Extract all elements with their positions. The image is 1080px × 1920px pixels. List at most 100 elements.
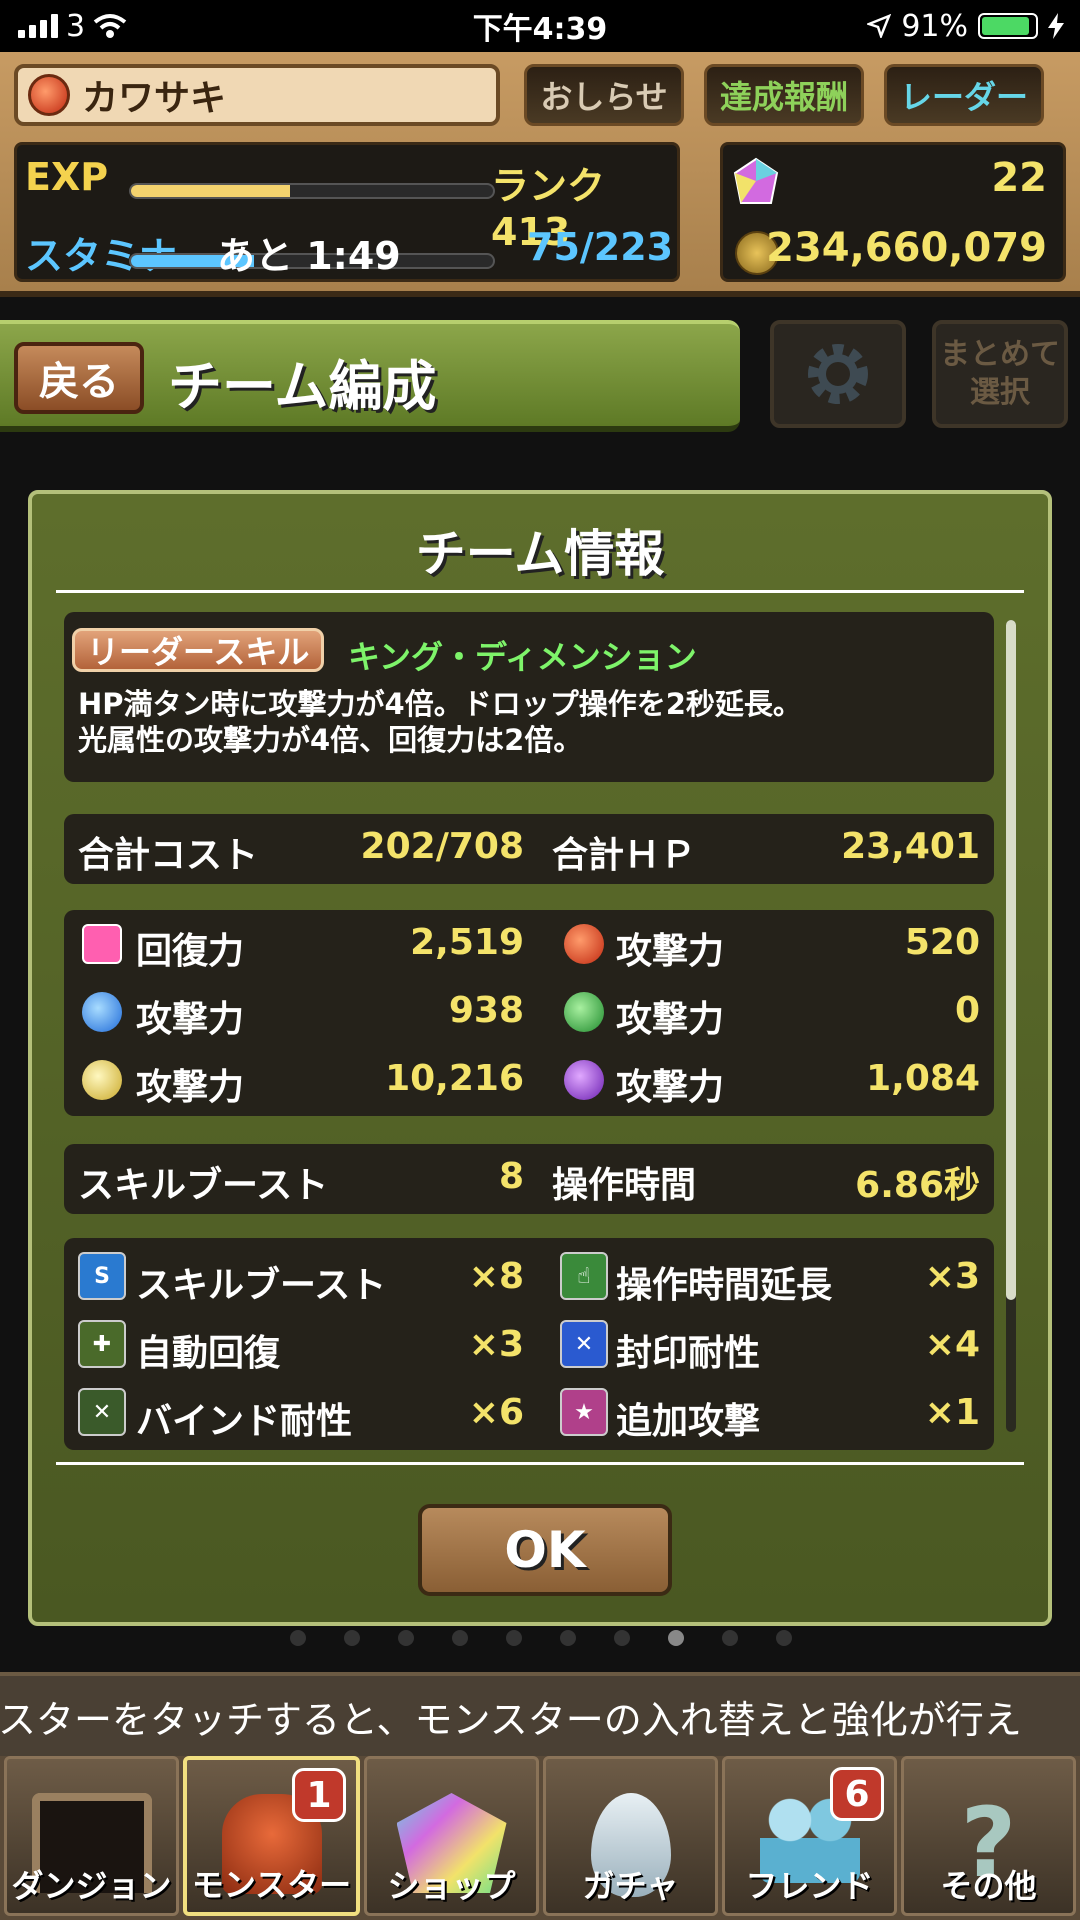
divider — [56, 590, 1024, 593]
total-hp-value: 23,401 — [841, 826, 980, 867]
leader-skill-desc-line: 光属性の攻撃力が4倍、回復力は2倍。 — [78, 723, 583, 757]
dark-orb-icon — [564, 1060, 604, 1100]
magic-stone-icon — [733, 157, 779, 204]
rewards-button[interactable]: 達成報酬 — [704, 64, 864, 126]
awakening-label: スキルブースト — [136, 1265, 387, 1306]
tab-label: フレンド — [745, 1867, 874, 1905]
stat-label: 回復力 — [136, 931, 245, 972]
move-time-label: 操作時間 — [552, 1165, 697, 1206]
awakening-label: バインド耐性 — [136, 1401, 353, 1442]
totals-panel: 合計コスト 202/708 合計ＨＰ 23,401 — [64, 814, 994, 884]
exp-label: EXP — [25, 155, 109, 199]
player-name-box[interactable]: カワサキ — [14, 64, 500, 126]
news-button[interactable]: おしらせ — [524, 64, 684, 126]
exp-bar — [129, 183, 495, 199]
stat-label: 攻撃力 — [616, 931, 725, 972]
leader-skill-desc-line: HP満タン時に攻撃力が4倍。ドロップ操作を2秒延長。 — [78, 687, 802, 721]
stat-value: 10,216 — [385, 1058, 524, 1099]
player-header: カワサキ おしらせ 達成報酬 レーダー EXP ランク 413 スタミナ あと … — [0, 52, 1080, 297]
page-dot[interactable] — [776, 1630, 792, 1646]
total-cost-label: 合計コスト — [78, 835, 259, 876]
tab-gacha[interactable]: ガチャ — [543, 1756, 718, 1916]
currency-box: 22 234,660,079 — [720, 142, 1066, 282]
page-title: チーム編成 — [168, 355, 437, 418]
awakenings-panel: S スキルブースト ×8 ☝ 操作時間延長 ×3 ✚ 自動回復 ×3 ✕ 封印耐… — [64, 1238, 994, 1450]
stat-value: 0 — [954, 990, 980, 1031]
extra-attack-icon: ★ — [560, 1388, 608, 1436]
tab-label: ダンジョン — [11, 1867, 172, 1905]
heart-icon — [82, 924, 122, 964]
status-right: 91% — [867, 9, 1064, 44]
battery-percent: 91% — [901, 8, 968, 44]
tab-monster[interactable]: 1 モンスター — [183, 1756, 360, 1916]
back-button[interactable]: 戻る — [14, 342, 144, 414]
notification-badge: 6 — [830, 1767, 884, 1821]
location-icon — [867, 14, 892, 38]
battery-icon — [978, 13, 1038, 39]
tab-label: その他 — [940, 1867, 1037, 1905]
stamina-timer: あと 1:49 — [217, 234, 401, 278]
page-dot[interactable] — [452, 1630, 468, 1646]
divider — [56, 1462, 1024, 1465]
ticker-text: スターをタッチすると、モンスターの入れ替えと強化が行え — [0, 1697, 1022, 1742]
total-cost-value: 202/708 — [360, 826, 524, 867]
tab-label: ショップ — [387, 1867, 516, 1905]
page-dot[interactable] — [290, 1630, 306, 1646]
skill-boost-panel: スキルブースト 8 操作時間 6.86秒 — [64, 1144, 994, 1214]
stat-label: 攻撃力 — [616, 999, 725, 1040]
leader-skill-panel: リーダースキル キング・ディメンション HP満タン時に攻撃力が4倍。ドロップ操作… — [64, 612, 994, 782]
leader-skill-name: キング・ディメンション — [348, 638, 697, 676]
dialog-scrollbar[interactable] — [1006, 620, 1016, 1432]
bulk-select-button[interactable]: まとめて 選択 — [932, 320, 1068, 428]
bind-resist-icon: ✕ — [78, 1388, 126, 1436]
tab-friend[interactable]: 6 フレンド — [722, 1756, 897, 1916]
leader-skill-tag: リーダースキル — [72, 628, 325, 672]
stat-label: 攻撃力 — [616, 1067, 725, 1108]
gear-icon — [808, 344, 868, 404]
seal-resist-icon: ✕ — [560, 1320, 608, 1368]
dialog-title: チーム情報 — [415, 525, 665, 583]
exp-stamina-box: EXP ランク 413 スタミナ あと 1:49 75/223 — [14, 142, 680, 282]
awakening-count: ×6 — [468, 1392, 524, 1433]
awakening-label: 追加攻撃 — [616, 1401, 761, 1442]
page-dot[interactable] — [398, 1630, 414, 1646]
stat-label: 攻撃力 — [136, 999, 245, 1040]
status-bar: 3 下午4:39 91% — [0, 0, 1080, 52]
tab-other[interactable]: ? その他 — [901, 1756, 1076, 1916]
ok-button[interactable]: OK — [418, 1504, 672, 1596]
move-time-value: 6.86秒 — [855, 1165, 980, 1206]
settings-button[interactable] — [770, 320, 906, 428]
page-dot[interactable] — [506, 1630, 522, 1646]
fire-orb-icon — [564, 924, 604, 964]
coin-count: 234,660,079 — [766, 225, 1047, 271]
page-dot-active[interactable] — [668, 1630, 684, 1646]
help-ticker: スターをタッチすると、モンスターの入れ替えと強化が行え — [0, 1672, 1080, 1756]
leader-skill-desc: HP満タン時に攻撃力が4倍。ドロップ操作を2秒延長。 光属性の攻撃力が4倍、回復… — [78, 686, 802, 758]
stat-value: 1,084 — [866, 1058, 980, 1099]
awakening-count: ×1 — [924, 1392, 980, 1433]
tab-dungeon[interactable]: ダンジョン — [4, 1756, 179, 1916]
charging-icon — [1048, 13, 1064, 39]
page-dot[interactable] — [614, 1630, 630, 1646]
total-hp-label: 合計ＨＰ — [552, 835, 697, 876]
page-dot[interactable] — [344, 1630, 360, 1646]
water-orb-icon — [82, 992, 122, 1032]
stat-value: 520 — [904, 922, 980, 963]
radar-button[interactable]: レーダー — [884, 64, 1044, 126]
skill-boost-icon: S — [78, 1252, 126, 1300]
awakening-label: 操作時間延長 — [616, 1265, 833, 1306]
tab-shop[interactable]: ショップ — [364, 1756, 539, 1916]
awakening-count: ×4 — [924, 1324, 980, 1365]
awakening-count: ×3 — [924, 1256, 980, 1297]
stat-value: 938 — [448, 990, 524, 1031]
auto-recover-icon: ✚ — [78, 1320, 126, 1368]
bottom-tab-bar: ダンジョン 1 モンスター ショップ ガチャ 6 フレンド ? その他 — [0, 1756, 1080, 1920]
skill-boost-value: 8 — [498, 1156, 524, 1197]
stat-value: 2,519 — [410, 922, 524, 963]
page-dot[interactable] — [560, 1630, 576, 1646]
page-dot[interactable] — [722, 1630, 738, 1646]
awakening-label: 自動回復 — [136, 1333, 281, 1374]
awakening-label: 封印耐性 — [616, 1333, 761, 1374]
awakening-count: ×3 — [468, 1324, 524, 1365]
tab-label: ガチャ — [582, 1867, 679, 1905]
